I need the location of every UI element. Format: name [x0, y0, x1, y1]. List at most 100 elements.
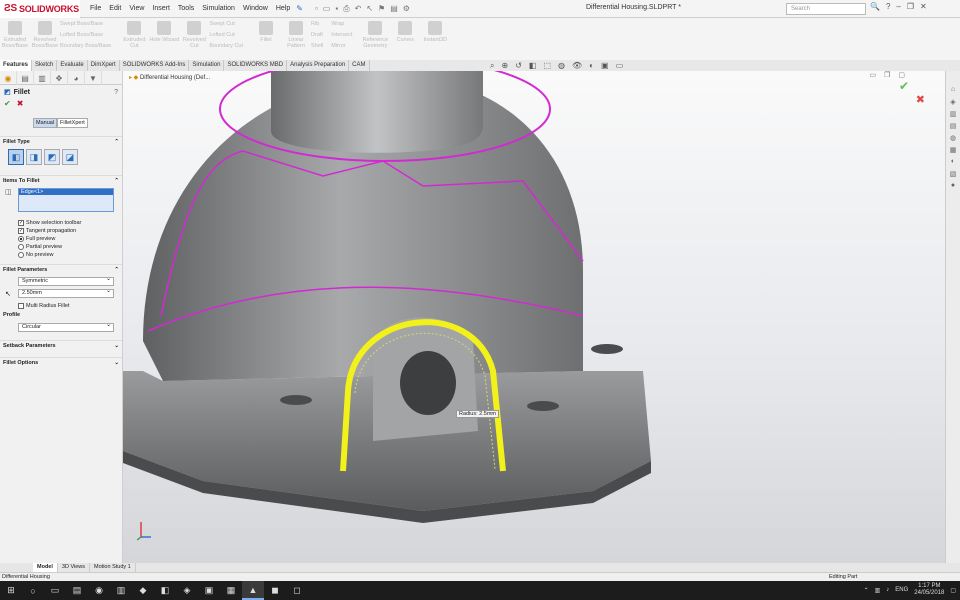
full-preview-option[interactable]: Full preview	[0, 234, 122, 242]
fillet-parameters-section[interactable]: Fillet Parameters ⌃	[0, 264, 122, 275]
section-view-icon[interactable]: ◧	[529, 61, 537, 71]
expand-icon[interactable]: ⌄	[114, 343, 119, 349]
hole-wizard-button[interactable]: Hole Wizard	[149, 21, 179, 43]
tab-manual[interactable]: Manual	[33, 118, 58, 128]
split-view-icon[interactable]: ▭	[869, 71, 876, 79]
menu-view[interactable]: View	[129, 5, 144, 12]
solidworks-logo[interactable]: ƧS SOLIDWORKS	[0, 0, 80, 18]
model-render[interactable]	[123, 71, 945, 563]
undo-icon[interactable]: ↶	[355, 4, 362, 14]
visual-studio-icon[interactable]: ◈	[176, 581, 198, 600]
print-icon[interactable]: ⎙	[343, 4, 349, 14]
volume-icon[interactable]: ♪	[886, 587, 889, 593]
confirm-ok-icon[interactable]: ✔	[899, 79, 909, 93]
cortana-icon[interactable]: ○	[22, 581, 44, 600]
multi-radius-checkbox[interactable]	[18, 303, 24, 309]
cam-manager-icon[interactable]: ▼	[85, 71, 102, 85]
pin-icon[interactable]: ✎	[296, 4, 303, 13]
file-explorer-icon[interactable]: ▤	[949, 121, 958, 130]
boundary-cut-button[interactable]: Boundary Cut	[209, 43, 243, 49]
shell-button[interactable]: Shell	[311, 43, 323, 49]
no-preview-option[interactable]: No preview	[0, 250, 122, 258]
chrome-icon[interactable]: ◉	[88, 581, 110, 600]
restore-icon[interactable]: ❐	[907, 2, 914, 11]
menu-tools[interactable]: Tools	[178, 5, 194, 12]
show-toolbar-option[interactable]: ✓ Show selection toolbar	[0, 218, 122, 226]
scene-icon[interactable]: ▣	[601, 61, 609, 71]
minimize-icon[interactable]: –	[896, 2, 900, 11]
show-toolbar-checkbox[interactable]: ✓	[18, 220, 24, 226]
collapse-icon[interactable]: ⌃	[114, 178, 119, 184]
curves-button[interactable]: Curves	[390, 21, 420, 43]
design-library-icon[interactable]: ▥	[949, 109, 958, 118]
tab-features[interactable]: Features	[0, 60, 33, 71]
bolt-hole-3[interactable]	[591, 344, 623, 354]
extruded-boss-button[interactable]: Extruded Boss/Base	[0, 21, 30, 49]
select-icon[interactable]: ↖	[366, 4, 373, 14]
face-fillet-icon[interactable]: ◩	[44, 149, 60, 165]
draft-button[interactable]: Draft	[311, 32, 323, 38]
menu-insert[interactable]: Insert	[152, 5, 170, 12]
lofted-boss-button[interactable]: Lofted Boss/Base	[60, 32, 111, 38]
app-icon-5[interactable]: ◼	[264, 581, 286, 600]
tab-evaluate[interactable]: Evaluate	[57, 60, 88, 71]
view-settings-icon[interactable]: ▭	[616, 61, 624, 71]
search-icon[interactable]: 🔍	[870, 2, 880, 11]
items-section[interactable]: Items To Fillet ⌃	[0, 175, 122, 186]
radius-input[interactable]: 2.50mm	[18, 288, 114, 298]
notifications-icon[interactable]: ▢	[950, 587, 956, 594]
fillet-options-section[interactable]: Fillet Options ⌄	[0, 357, 122, 368]
collapse-icon[interactable]: ⌃	[114, 139, 119, 145]
hide-show-icon[interactable]: 👁	[572, 61, 582, 71]
tab-cam[interactable]: CAM	[349, 60, 370, 71]
view-orientation-icon[interactable]: ⬚	[543, 61, 551, 71]
extruded-cut-button[interactable]: Extruded Cut	[119, 21, 149, 49]
no-preview-radio[interactable]	[18, 252, 24, 258]
file-explorer-taskbar-icon[interactable]: ▤	[66, 581, 88, 600]
property-manager-icon[interactable]: ▤	[17, 71, 34, 85]
bolt-hole-1[interactable]	[280, 395, 312, 405]
selected-edge[interactable]: Edge<1>	[19, 189, 113, 195]
tab-simulation[interactable]: Simulation	[189, 60, 225, 71]
full-preview-radio[interactable]	[18, 236, 24, 242]
rib-button[interactable]: Rib	[311, 21, 323, 27]
appearances-icon[interactable]: ◐	[949, 157, 958, 166]
radius-callout[interactable]: Radius: 2.5mm	[456, 410, 499, 418]
new-icon[interactable]: ▫	[315, 4, 318, 14]
view-palette-icon[interactable]: ▦	[949, 145, 958, 154]
revolved-cut-button[interactable]: Revolved Cut	[179, 21, 209, 49]
tab-filletxpert[interactable]: FilletXpert	[57, 118, 88, 128]
display-manager-icon[interactable]: ◕	[68, 71, 85, 85]
zoom-area-icon[interactable]: ⊕	[501, 61, 508, 71]
full-round-fillet-icon[interactable]: ◪	[62, 149, 78, 165]
shaft[interactable]	[271, 71, 483, 153]
intersect-button[interactable]: Intersect	[331, 32, 352, 38]
variable-size-fillet-icon[interactable]: ◨	[26, 149, 42, 165]
mirror-button[interactable]: Mirror	[331, 43, 352, 49]
resources-icon[interactable]: ◈	[949, 97, 958, 106]
tab-model[interactable]: Model	[33, 563, 58, 572]
feature-tree-flyout[interactable]: ▸ ◆ Differential Housing (Def...	[129, 74, 210, 81]
solidworks-taskbar-icon[interactable]: ▲	[242, 581, 264, 600]
file-properties-icon[interactable]: ▤	[390, 4, 398, 14]
custom-properties-icon[interactable]: ▧	[949, 169, 958, 178]
app-icon-2[interactable]: ◧	[154, 581, 176, 600]
partial-preview-radio[interactable]	[18, 244, 24, 250]
wrap-button[interactable]: Wrap	[331, 21, 352, 27]
expand-icon[interactable]: ⌄	[114, 360, 119, 366]
options-icon[interactable]: ⚙	[403, 4, 410, 14]
open-icon[interactable]: ▭	[323, 4, 331, 14]
graphics-area[interactable]: ▸ ◆ Differential Housing (Def... ▭ ❐ ▢ ✔…	[123, 71, 945, 563]
tab-analysis-preparation[interactable]: Analysis Preparation	[287, 60, 350, 71]
linear-pattern-button[interactable]: Linear Pattern	[281, 21, 311, 49]
menu-edit[interactable]: Edit	[109, 5, 121, 12]
home-icon[interactable]: ⌂	[949, 85, 958, 94]
tab-3d-views[interactable]: 3D Views	[58, 563, 91, 572]
tray-up-icon[interactable]: ⌃	[864, 587, 869, 594]
bolt-hole-2[interactable]	[527, 401, 559, 411]
edges-listbox[interactable]: Edge<1>	[18, 188, 114, 212]
confirm-cancel-icon[interactable]: ✖	[916, 93, 925, 106]
close-icon[interactable]: ✕	[920, 2, 927, 11]
viewport-maximize-icon[interactable]: ▢	[898, 71, 905, 79]
network-icon[interactable]: ▥	[875, 587, 881, 594]
